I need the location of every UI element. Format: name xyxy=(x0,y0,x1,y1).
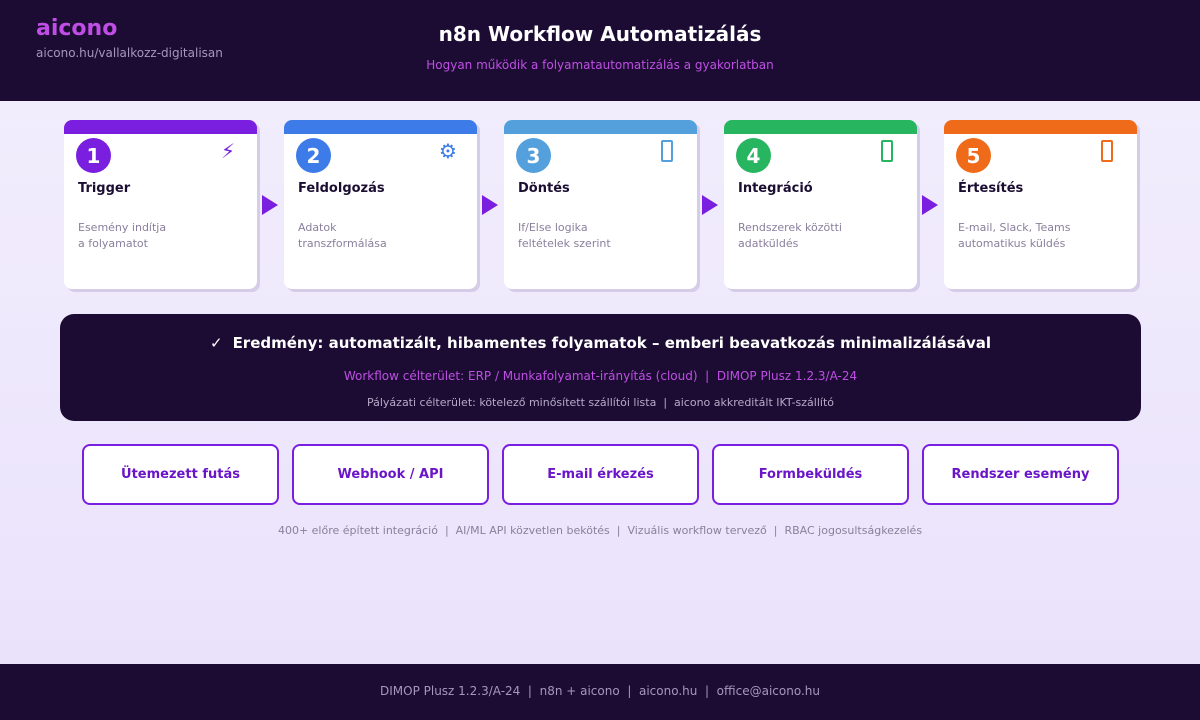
step-description: If/Else logika feltételek szerint xyxy=(518,221,611,250)
trigger-system-event-button[interactable]: Rendszer esemény xyxy=(922,444,1119,505)
result-panel: ✓ Eredmény: automatizált, hibamentes foly… xyxy=(60,314,1141,421)
page-title: n8n Workflow Automatizálás xyxy=(438,22,762,46)
gear-icon: ⚙ xyxy=(439,139,457,163)
trigger-webhook-button[interactable]: Webhook / API xyxy=(292,444,489,505)
step-color-bar xyxy=(64,120,257,134)
step-number: 3 xyxy=(516,138,551,173)
step-card-notification: 5 Értesítés E-mail, Slack, Teams automati… xyxy=(944,120,1137,289)
step-card-trigger: 1 ⚡ Trigger Esemény indítja a folyamatot xyxy=(64,120,257,289)
step-card-processing: 2 ⚙ Feldolgozás Adatok transzformálása xyxy=(284,120,477,289)
result-text: Eredmény: automatizált, hibamentes folya… xyxy=(232,334,991,352)
trigger-form-button[interactable]: Formbeküldés xyxy=(712,444,909,505)
flow-arrow-icon xyxy=(922,195,938,215)
result-headline: ✓ Eredmény: automatizált, hibamentes foly… xyxy=(60,334,1141,352)
step-color-bar xyxy=(724,120,917,134)
step-number: 2 xyxy=(296,138,331,173)
flow-arrow-icon xyxy=(702,195,718,215)
step-description: E-mail, Slack, Teams automatikus küldés xyxy=(958,221,1071,250)
step-card-decision: 3 Döntés If/Else logika feltételek szerin… xyxy=(504,120,697,289)
step-description: Esemény indítja a folyamatot xyxy=(78,221,167,250)
step-number: 4 xyxy=(736,138,771,173)
decision-icon xyxy=(661,140,673,162)
integration-icon xyxy=(881,140,893,162)
step-number: 1 xyxy=(76,138,111,173)
trigger-scheduled-button[interactable]: Ütemezett futás xyxy=(82,444,279,505)
footer-text: DIMOP Plusz 1.2.3/A-24 | n8n + aicono | … xyxy=(380,684,820,698)
step-title: Feldolgozás xyxy=(298,181,385,196)
check-icon: ✓ xyxy=(209,334,223,352)
footer: DIMOP Plusz 1.2.3/A-24 | n8n + aicono | … xyxy=(0,664,1200,720)
step-card-integration: 4 Integráció Rendszerek közötti adatküldé… xyxy=(724,120,917,289)
step-color-bar xyxy=(284,120,477,134)
trigger-email-button[interactable]: E-mail érkezés xyxy=(502,444,699,505)
step-description: Adatok transzformálása xyxy=(298,221,387,250)
step-title: Döntés xyxy=(518,181,570,196)
workflow-target-area: Workflow célterület: ERP / Munkafolyamat… xyxy=(343,369,858,383)
features-list: 400+ előre épített integráció | AI/ML AP… xyxy=(277,524,923,537)
step-title: Integráció xyxy=(738,181,813,196)
tender-target-area: Pályázati célterület: kötelező minősítet… xyxy=(366,396,835,409)
step-color-bar xyxy=(504,120,697,134)
page-subtitle: Hogyan működik a folyamatautomatizálás a… xyxy=(426,58,774,72)
step-title: Trigger xyxy=(78,181,131,196)
step-number: 5 xyxy=(956,138,991,173)
step-title: Értesítés xyxy=(958,181,1024,196)
notification-icon xyxy=(1101,140,1113,162)
flow-arrow-icon xyxy=(482,195,498,215)
lightning-icon: ⚡ xyxy=(220,139,236,163)
step-color-bar xyxy=(944,120,1137,134)
header: aicono aicono.hu/vallalkozz-digitalisan … xyxy=(0,0,1200,101)
step-description: Rendszerek közötti adatküldés xyxy=(738,221,842,250)
flow-arrow-icon xyxy=(262,195,278,215)
